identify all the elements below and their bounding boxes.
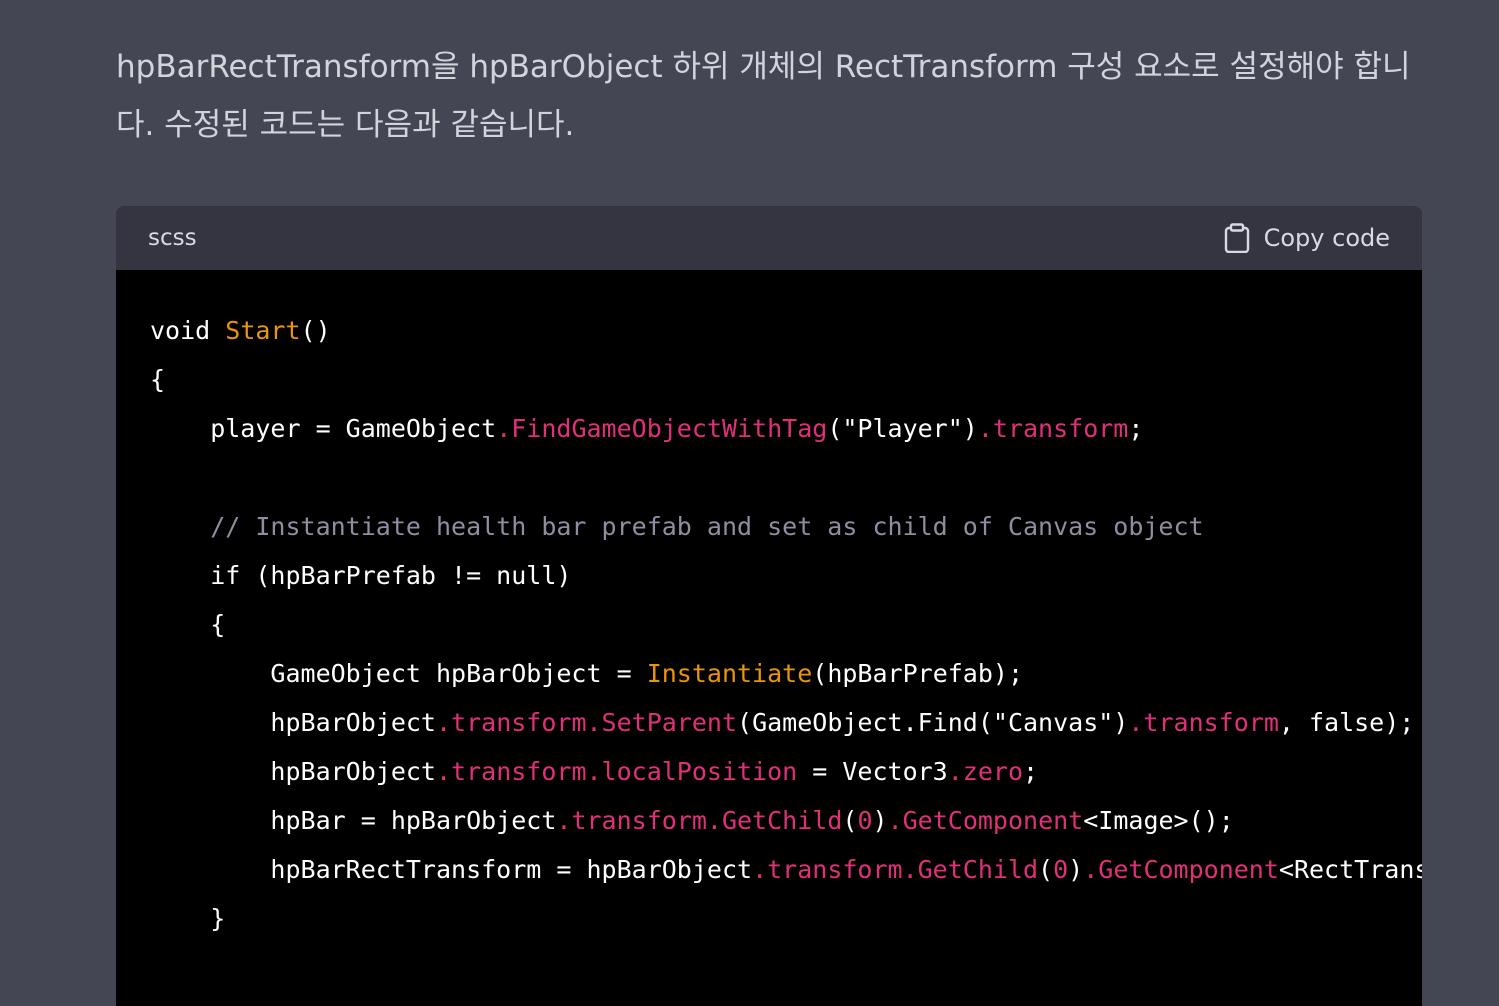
code-token: 0 — [857, 806, 873, 835]
code-line: hpBarObject.transform.localPosition = Ve… — [150, 747, 1422, 796]
code-language-label: scss — [148, 225, 197, 251]
code-token: (hpBarPrefab); — [812, 659, 1023, 688]
code-line: if (hpBarPrefab != null) — [150, 551, 1422, 600]
clipboard-icon — [1224, 223, 1250, 253]
code-token: hpBarObject — [150, 708, 436, 737]
code-token: ) — [1068, 855, 1084, 884]
code-token: .GetComponent — [887, 806, 1084, 835]
code-token: ) — [872, 806, 888, 835]
code-token: ; — [1128, 414, 1144, 443]
assistant-message-text: hpBarRectTransform을 hpBarObject 하위 개체의 R… — [116, 49, 1411, 143]
code-token: ( — [1038, 855, 1054, 884]
code-token: .GetComponent — [1083, 855, 1279, 884]
code-token: <Image>(); — [1083, 806, 1234, 835]
code-token: 0 — [1053, 855, 1069, 884]
code-line: } — [150, 894, 1422, 943]
code-token: .transform.SetParent — [435, 708, 738, 737]
code-token: (GameObject.Find("Canvas") — [737, 708, 1129, 737]
copy-code-label: Copy code — [1263, 224, 1390, 252]
code-token: void — [150, 316, 226, 345]
code-line: GameObject hpBarObject = Instantiate(hpB… — [150, 649, 1422, 698]
code-token: ; — [1023, 757, 1039, 786]
code-token: ("Player") — [827, 414, 978, 443]
code-token: .transform.localPosition — [435, 757, 798, 786]
code-token: hpBarObject — [150, 757, 436, 786]
code-line: hpBarObject.transform.SetParent(GameObje… — [150, 698, 1422, 747]
code-line: { — [150, 355, 1422, 404]
code-token: .transform.GetChild — [752, 855, 1039, 884]
code-token: GameObject hpBarObject = — [150, 659, 647, 688]
code-token: hpBarRectTransform = hpBarObject — [150, 855, 753, 884]
code-token: Instantiate — [646, 659, 813, 688]
code-token: if (hpBarPrefab != null) — [150, 561, 572, 590]
code-token: } — [150, 904, 226, 933]
code-token: Start — [225, 316, 301, 345]
code-token: () — [300, 316, 331, 345]
code-block-header: scss Copy code — [116, 206, 1422, 270]
code-line: hpBar = hpBarObject.transform.GetChild(0… — [150, 796, 1422, 845]
code-line: // Instantiate health bar prefab and set… — [150, 502, 1422, 551]
code-line: { — [150, 600, 1422, 649]
code-token: player = GameObject — [150, 414, 497, 443]
code-content: void Start(){ player = GameObject.FindGa… — [116, 270, 1422, 943]
copy-code-button[interactable]: Copy code — [1224, 223, 1390, 253]
code-token: hpBar = hpBarObject — [150, 806, 557, 835]
code-token: .transform — [977, 414, 1129, 443]
code-line: hpBarRectTransform = hpBarObject.transfo… — [150, 845, 1422, 894]
code-block: scss Copy code void Start(){ player = Ga… — [116, 206, 1422, 1006]
code-token: .transform.GetChild — [556, 806, 843, 835]
code-token: = Vector3 — [797, 757, 948, 786]
code-token: <RectTransform>( — [1278, 855, 1422, 884]
code-token: ( — [842, 806, 858, 835]
code-token: // Instantiate health bar prefab and set… — [150, 512, 1204, 541]
code-token: { — [150, 610, 226, 639]
code-token: .zero — [947, 757, 1023, 786]
code-line: void Start() — [150, 306, 1422, 355]
code-token: { — [150, 365, 166, 394]
code-token: .transform — [1128, 708, 1279, 737]
code-token: , false); — [1278, 708, 1415, 737]
code-token: .FindGameObjectWithTag — [496, 414, 828, 443]
code-line: player = GameObject.FindGameObjectWithTa… — [150, 404, 1422, 453]
